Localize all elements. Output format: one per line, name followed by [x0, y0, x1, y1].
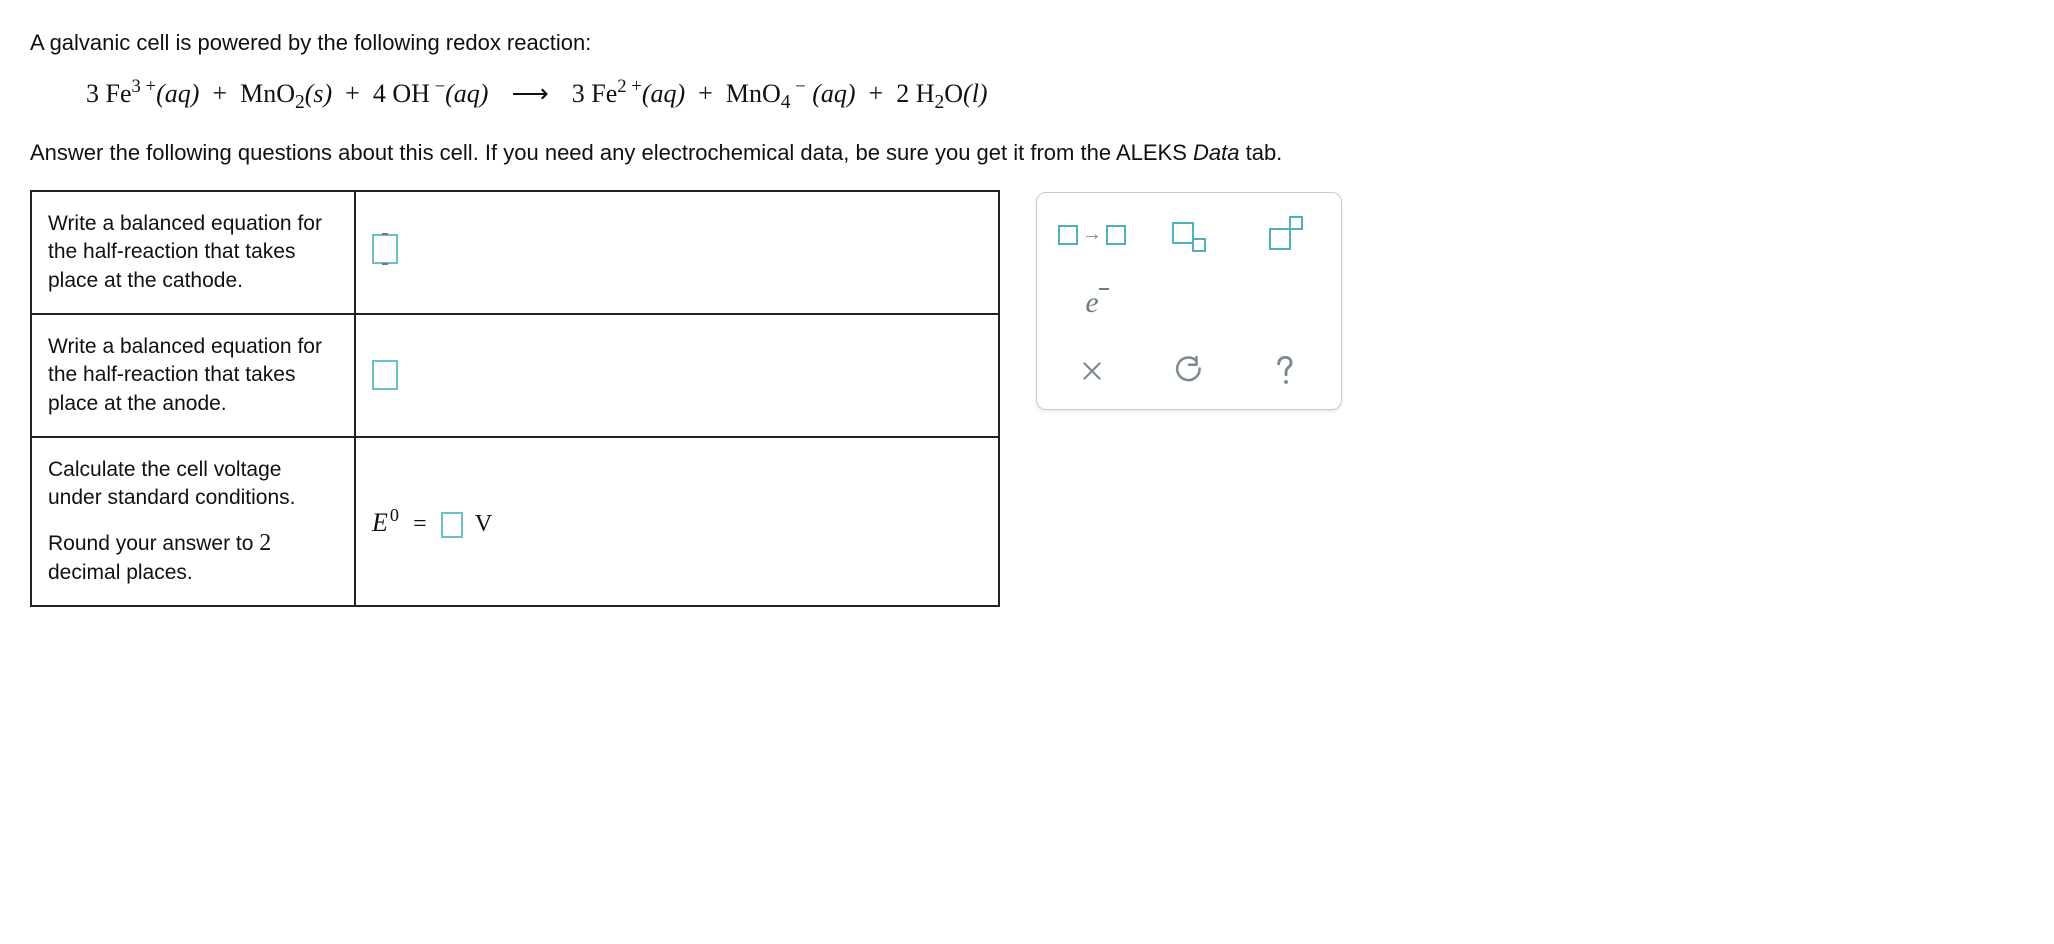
help-button[interactable]	[1257, 351, 1315, 391]
yields-arrow-button[interactable]: →	[1063, 215, 1121, 255]
question-icon	[1272, 354, 1300, 388]
cathode-prompt: Write a balanced equation for the half-r…	[31, 191, 355, 314]
superscript-button[interactable]	[1257, 215, 1315, 255]
clear-button[interactable]	[1063, 351, 1121, 391]
subscript-button[interactable]	[1160, 215, 1218, 255]
anode-prompt: Write a balanced equation for the half-r…	[31, 314, 355, 437]
reset-button[interactable]	[1160, 351, 1218, 391]
input-toolbox: → e	[1036, 192, 1342, 410]
instruction-text: Answer the following questions about thi…	[30, 140, 2024, 166]
equals-sign: =	[413, 511, 427, 537]
intro-text: A galvanic cell is powered by the follow…	[30, 30, 2024, 56]
voltage-prompt: Calculate the cell voltage under standar…	[31, 437, 355, 606]
reset-icon	[1174, 356, 1204, 386]
redox-equation: 3 Fe3 +(aq) + MnO2(s) + 4 OH −(aq) ⟶ 3 F…	[86, 76, 2024, 114]
voltage-unit: V	[475, 511, 492, 537]
anode-equation-input[interactable]	[372, 360, 398, 390]
voltage-input[interactable]	[441, 512, 463, 538]
cathode-equation-input[interactable]	[372, 234, 398, 264]
e-naught-symbol: E0	[372, 508, 399, 537]
question-table: Write a balanced equation for the half-r…	[30, 190, 1000, 607]
electron-button[interactable]: e	[1063, 283, 1121, 323]
x-icon	[1079, 358, 1105, 384]
